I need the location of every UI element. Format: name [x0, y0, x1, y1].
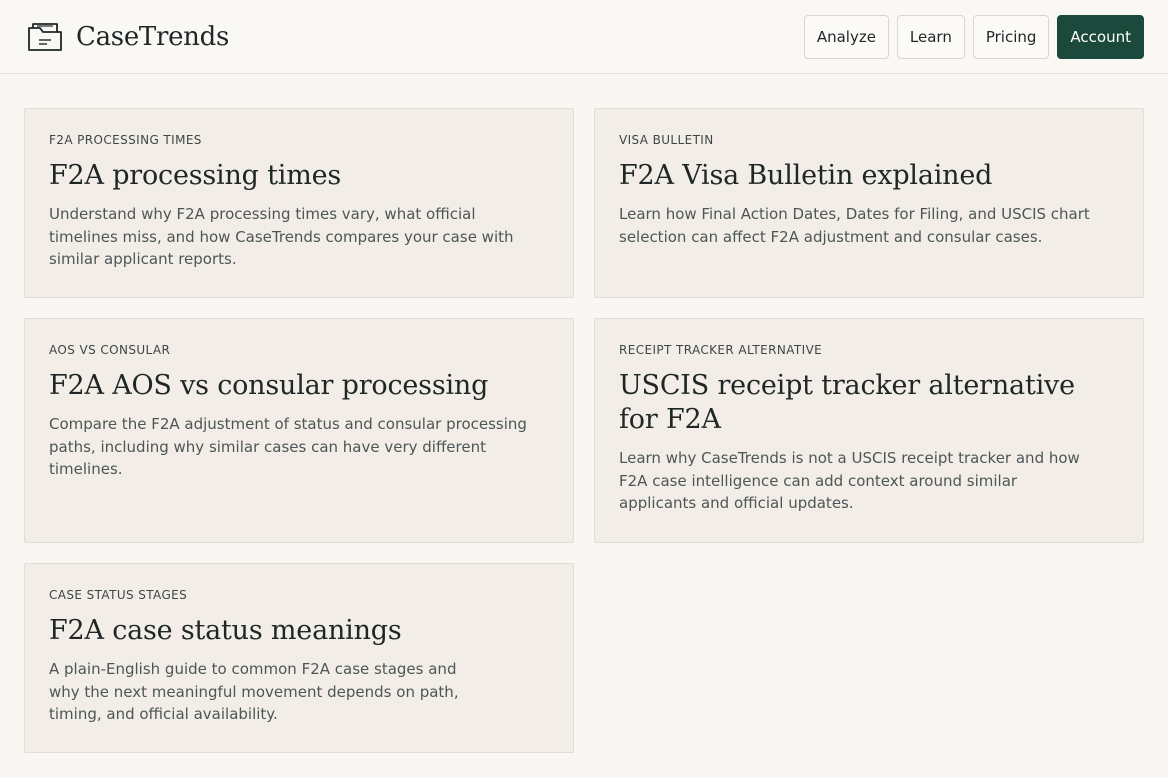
brand-name: CaseTrends — [76, 21, 230, 52]
card-description: A plain-English guide to common F2A case… — [49, 660, 459, 723]
main-nav: Analyze Learn Pricing Account — [803, 14, 1144, 59]
account-button[interactable]: Account — [1057, 14, 1144, 59]
card-kicker: AOS VS CONSULAR — [49, 343, 171, 357]
learn-button[interactable]: Learn — [896, 14, 965, 59]
card-title: F2A processing times — [49, 160, 342, 191]
card-visa-bulletin[interactable]: VISA BULLETIN F2A Visa Bulletin explaine… — [594, 108, 1144, 298]
card-description: Understand why F2A processing times vary… — [49, 205, 514, 268]
pricing-button[interactable]: Pricing — [972, 14, 1050, 59]
card-description: Learn why CaseTrends is not a USCIS rece… — [619, 449, 1080, 512]
card-kicker: VISA BULLETIN — [619, 133, 714, 147]
card-receipt-tracker-alternative[interactable]: RECEIPT TRACKER ALTERNATIVE USCIS receip… — [594, 318, 1144, 543]
site-header: CaseTrends Analyze Learn Pricing Account — [0, 0, 1168, 74]
folder-icon — [26, 20, 64, 54]
card-description: Compare the F2A adjustment of status and… — [49, 415, 527, 478]
analyze-button[interactable]: Analyze — [803, 14, 889, 59]
card-kicker: CASE STATUS STAGES — [49, 588, 188, 602]
card-kicker: F2A PROCESSING TIMES — [49, 133, 202, 147]
card-aos-vs-consular[interactable]: AOS VS CONSULAR F2A AOS vs consular proc… — [24, 318, 574, 543]
card-description: Learn how Final Action Dates, Dates for … — [619, 205, 1090, 246]
card-title: USCIS receipt tracker alternative for F2… — [619, 370, 1075, 435]
card-title: F2A case status meanings — [49, 615, 402, 646]
card-case-status-stages[interactable]: CASE STATUS STAGES F2A case status meani… — [24, 563, 574, 753]
card-kicker: RECEIPT TRACKER ALTERNATIVE — [619, 343, 823, 357]
card-title: F2A Visa Bulletin explained — [619, 160, 993, 191]
brand[interactable]: CaseTrends — [26, 20, 229, 54]
card-title: F2A AOS vs consular processing — [49, 370, 489, 401]
card-f2a-processing-times[interactable]: F2A PROCESSING TIMES F2A processing time… — [24, 108, 574, 298]
